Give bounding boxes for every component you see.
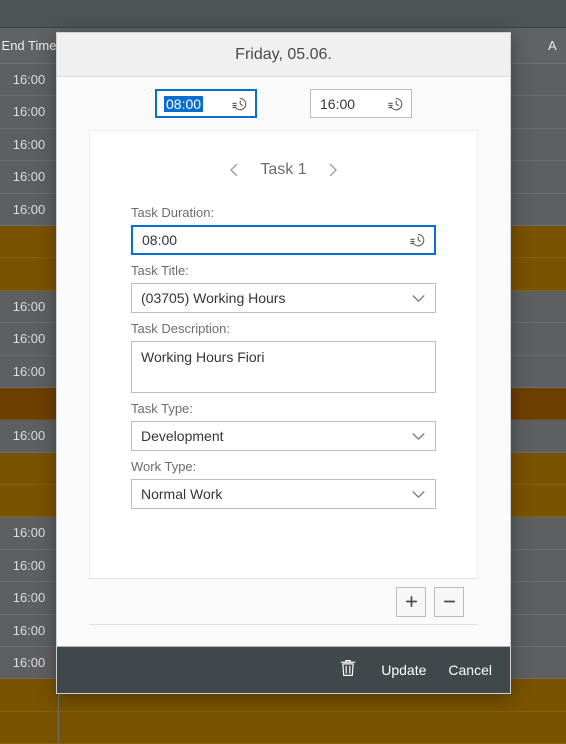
dialog-spacer — [57, 625, 510, 646]
start-time-input[interactable]: 08:00 — [155, 89, 257, 118]
chevron-down-icon[interactable] — [410, 486, 427, 503]
start-time-value: 08:00 — [164, 96, 203, 112]
cell-end-time: 16:00 — [0, 194, 58, 225]
task-edit-dialog: Friday, 05.06. 08:00 16:00 — [56, 32, 511, 694]
clock-history-icon[interactable] — [387, 95, 404, 112]
work-type-select[interactable]: Normal Work — [131, 479, 436, 509]
cell-end-time: 16:00 — [0, 615, 58, 646]
cell-end-time: 16:00 — [0, 356, 58, 387]
delete-button[interactable] — [339, 659, 359, 681]
task-index-label: Task 1 — [260, 161, 306, 179]
minus-icon — [442, 594, 457, 609]
cell-end-time — [0, 388, 58, 419]
task-title-value: (03705) Working Hours — [132, 290, 285, 306]
remove-task-button[interactable] — [434, 587, 464, 617]
task-description-textarea[interactable]: Working Hours Fiori — [131, 341, 436, 393]
cell-end-time — [0, 226, 58, 257]
background-toolbar — [0, 0, 566, 28]
dialog-title: Friday, 05.06. — [235, 46, 332, 64]
end-time-input[interactable]: 16:00 — [310, 89, 412, 118]
label-task-description: Task Description: — [131, 321, 436, 336]
task-row-actions — [89, 578, 478, 625]
table-row[interactable] — [0, 712, 566, 744]
cell-end-time — [0, 258, 58, 289]
cancel-button[interactable]: Cancel — [448, 662, 492, 678]
cell-end-time: 16:00 — [0, 323, 58, 354]
cell-end-time: 16:00 — [0, 64, 58, 95]
task-form-card: Task 1 Task Duration: 08:00 — [89, 130, 478, 578]
cell-end-time: 16:00 — [0, 420, 58, 451]
task-duration-input[interactable]: 08:00 — [131, 225, 436, 255]
cell-end-time: 16:00 — [0, 550, 58, 581]
dialog-header: Friday, 05.06. — [57, 33, 510, 77]
cell-end-time — [0, 712, 58, 743]
column-header-partial-right[interactable]: A — [548, 28, 566, 64]
label-work-type: Work Type: — [131, 459, 436, 474]
cell-end-time — [0, 453, 58, 484]
field-task-title: Task Title: (03705) Working Hours — [90, 263, 477, 313]
trash-icon — [339, 658, 357, 683]
cell-end-time — [0, 679, 58, 710]
task-title-select[interactable]: (03705) Working Hours — [131, 283, 436, 313]
cell-end-time: 16:00 — [0, 517, 58, 548]
label-task-title: Task Title: — [131, 263, 436, 278]
chevron-left-icon[interactable] — [226, 162, 242, 178]
column-header-end-time[interactable]: End Time — [0, 28, 58, 64]
add-task-button[interactable] — [396, 587, 426, 617]
task-type-value: Development — [132, 428, 224, 444]
chevron-right-icon[interactable] — [325, 162, 341, 178]
clock-history-icon[interactable] — [409, 232, 426, 249]
cell-end-time: 16:00 — [0, 582, 58, 613]
clock-history-icon[interactable] — [231, 95, 248, 112]
field-task-description: Task Description: Working Hours Fiori — [90, 321, 477, 393]
cell-end-time — [0, 485, 58, 516]
plus-icon — [404, 594, 419, 609]
cell-end-time: 16:00 — [0, 96, 58, 127]
cell-end-time: 16:00 — [0, 129, 58, 160]
task-navigation: Task 1 — [90, 151, 477, 189]
cell-end-time: 16:00 — [0, 647, 58, 678]
task-type-select[interactable]: Development — [131, 421, 436, 451]
task-duration-value: 08:00 — [133, 232, 177, 248]
column-separator — [58, 712, 59, 743]
label-task-duration: Task Duration: — [131, 205, 436, 220]
cell-end-time: 16:00 — [0, 161, 58, 192]
task-description-value: Working Hours Fiori — [132, 342, 264, 365]
label-task-type: Task Type: — [131, 401, 436, 416]
dialog-footer: Update Cancel — [57, 646, 510, 693]
chevron-down-icon[interactable] — [410, 290, 427, 307]
field-task-type: Task Type: Development — [90, 401, 477, 451]
time-range-row: 08:00 16:00 — [57, 77, 510, 130]
update-button[interactable]: Update — [381, 662, 426, 678]
end-time-value: 16:00 — [311, 96, 355, 112]
work-type-value: Normal Work — [132, 486, 222, 502]
field-work-type: Work Type: Normal Work — [90, 459, 477, 509]
cell-end-time: 16:00 — [0, 291, 58, 322]
chevron-down-icon[interactable] — [410, 428, 427, 445]
field-task-duration: Task Duration: 08:00 — [90, 205, 477, 255]
